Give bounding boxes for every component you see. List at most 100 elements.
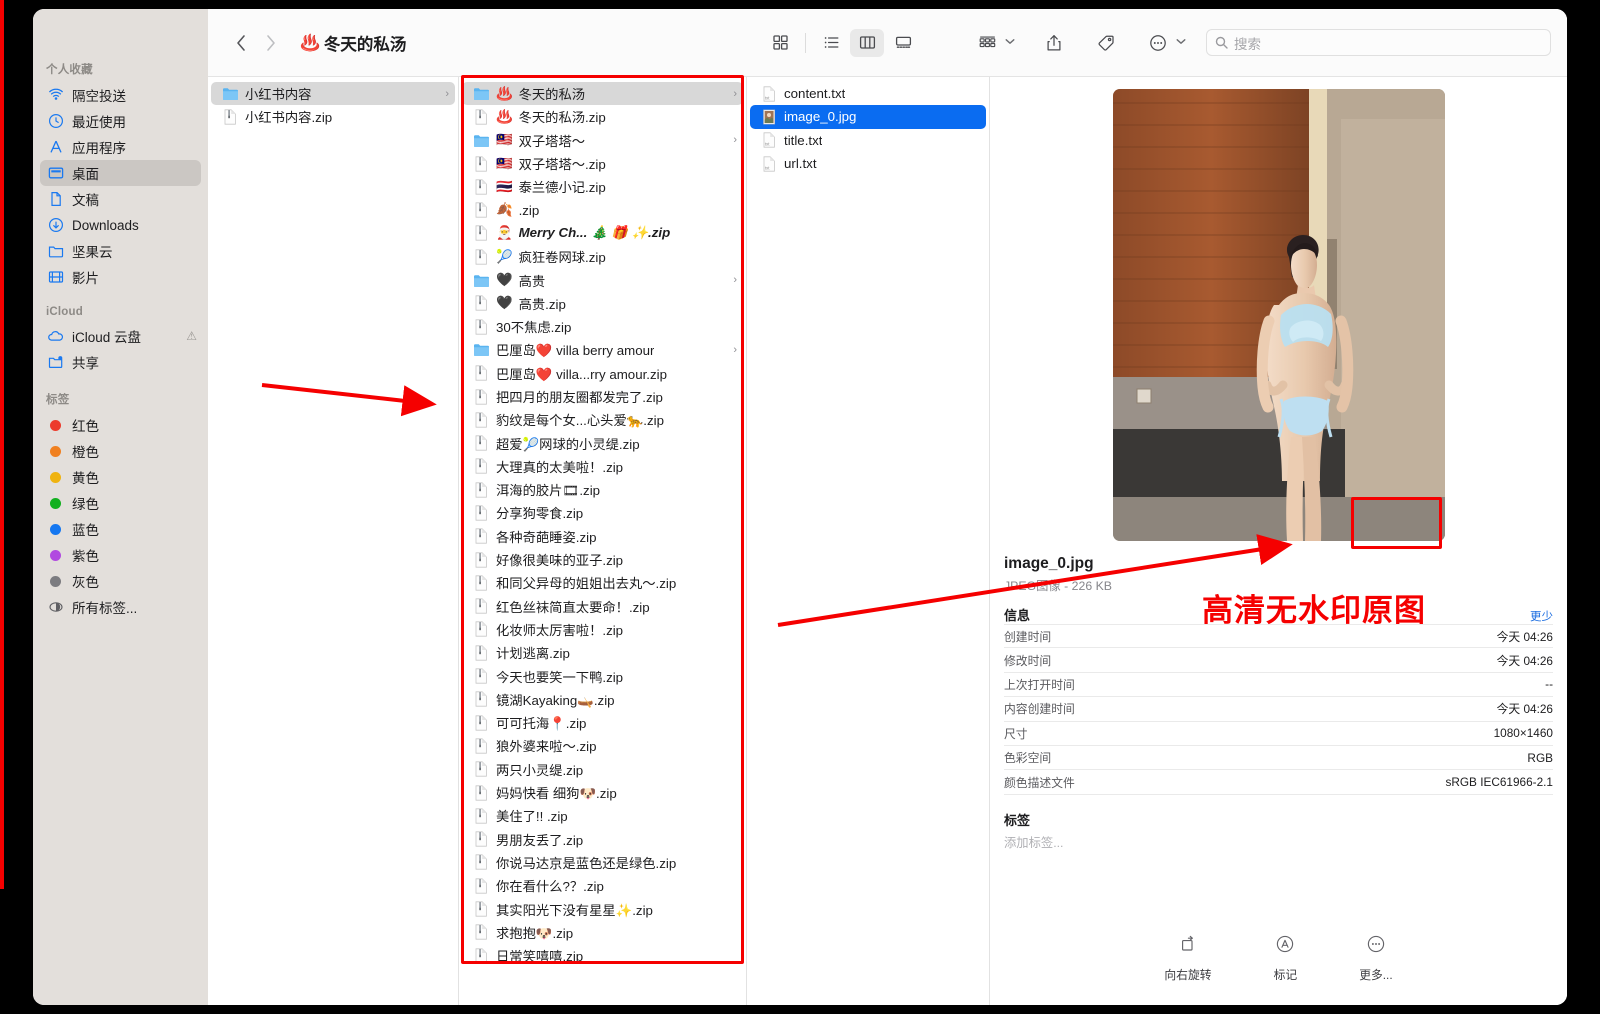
- file-row-zip[interactable]: 各种奇葩睡姿.zip: [462, 525, 743, 548]
- file-row-zip[interactable]: 把四月的朋友圈都发完了.zip: [462, 385, 743, 408]
- file-row-folder[interactable]: 🇲🇾 双子塔塔～ ›: [462, 129, 743, 152]
- file-row-zip[interactable]: 红色丝袜简直太要命！.zip: [462, 595, 743, 618]
- sidebar-item-label: 坚果云: [72, 245, 113, 260]
- file-row-zip[interactable]: 你说马达京是蓝色还是绿色.zip: [462, 851, 743, 874]
- back-button[interactable]: [226, 28, 256, 58]
- sidebar-item-shared[interactable]: 共享: [40, 349, 201, 375]
- add-tags-input[interactable]: 添加标签...: [1004, 833, 1553, 851]
- file-name: 求抱抱🐶.zip: [496, 925, 574, 941]
- file-row-zip[interactable]: 🖤 高贵.zip: [462, 292, 743, 315]
- file-row-zip[interactable]: 🇲🇾 双子塔塔～.zip: [462, 152, 743, 175]
- file-row-zip[interactable]: 超爱🎾网球的小灵缇.zip: [462, 431, 743, 454]
- file-row-zip[interactable]: 巴厘岛❤️ villa...rry amour.zip: [462, 362, 743, 385]
- file-row-zip[interactable]: 🎾 疯狂卷网球.zip: [462, 245, 743, 268]
- sidebar-item-recents[interactable]: 最近使用: [40, 108, 201, 134]
- sidebar-item-tag-orange[interactable]: 橙色: [40, 438, 201, 464]
- sidebar-item-movies[interactable]: 影片: [40, 264, 201, 290]
- column-3: txt content.txt image_0.jpg txt title.tx…: [747, 77, 990, 1005]
- file-name: 红色丝袜简直太要命！.zip: [496, 599, 650, 615]
- sidebar-item-all-tags[interactable]: 所有标签...: [40, 594, 201, 620]
- sidebar-item-applications[interactable]: 应用程序: [40, 134, 201, 160]
- tag-dot-icon: [47, 417, 64, 434]
- file-row-zip[interactable]: 狼外婆来啦～.zip: [462, 734, 743, 757]
- file-row-zip[interactable]: 镜湖Kayaking🛶.zip: [462, 688, 743, 711]
- more-actions-control[interactable]: [1141, 29, 1186, 57]
- file-row-zip[interactable]: 分享狗零食.zip: [462, 501, 743, 524]
- list-view-button[interactable]: [814, 29, 848, 57]
- file-row-zip[interactable]: 可可托海📍.zip: [462, 711, 743, 734]
- file-row-zip[interactable]: 妈妈快看 细狗🐶.zip: [462, 781, 743, 804]
- file-row-zip[interactable]: 其实阳光下没有星星✨.zip: [462, 897, 743, 920]
- rotate-right-button[interactable]: 向右旋转: [1164, 934, 1212, 983]
- file-row-txt[interactable]: txt content.txt: [750, 82, 986, 105]
- markup-button[interactable]: 标记: [1274, 934, 1297, 983]
- sidebar-item-tag-purple[interactable]: 紫色: [40, 542, 201, 568]
- file-row-folder[interactable]: 小红书内容 ›: [211, 82, 455, 106]
- zip-file-icon: [472, 831, 490, 848]
- file-row-txt[interactable]: txt url.txt: [750, 152, 986, 175]
- sidebar-item-documents[interactable]: 文稿: [40, 186, 201, 212]
- file-row-jpg[interactable]: image_0.jpg: [750, 105, 986, 129]
- file-row-zip[interactable]: 和同父异母的姐姐出去丸～.zip: [462, 571, 743, 594]
- sidebar-item-label: 应用程序: [72, 141, 126, 156]
- share-button[interactable]: [1037, 29, 1071, 57]
- tag-button[interactable]: [1089, 29, 1123, 57]
- group-by-control[interactable]: [970, 29, 1015, 57]
- file-row-zip[interactable]: 🇹🇭 泰兰德小记.zip: [462, 175, 743, 198]
- file-row-zip[interactable]: 大理真的太美啦！.zip: [462, 455, 743, 478]
- file-name: 两只小灵缇.zip: [496, 762, 584, 778]
- search-field[interactable]: 搜索: [1206, 29, 1551, 56]
- metadata-key: 修改时间: [1004, 653, 1052, 668]
- file-row-folder[interactable]: ♨️ 冬天的私汤 ›: [462, 82, 743, 106]
- sidebar-item-jianguoyun[interactable]: 坚果云: [40, 238, 201, 264]
- group-by-button[interactable]: [970, 29, 1004, 57]
- file-row-zip[interactable]: 豹纹是每个女...心头爱🐆.zip: [462, 408, 743, 431]
- file-row-zip[interactable]: 洱海的胶片🎞.zip: [462, 478, 743, 501]
- zip-file-icon: [472, 761, 490, 778]
- sidebar-item-tag-red[interactable]: 红色: [40, 412, 201, 438]
- file-row-zip[interactable]: 求抱抱🐶.zip: [462, 921, 743, 944]
- file-row-zip[interactable]: 今天也要笑一下鸭.zip: [462, 664, 743, 687]
- show-less-link[interactable]: 更少: [1530, 608, 1553, 624]
- file-row-zip[interactable]: 🍂 .zip: [462, 198, 743, 221]
- more-button[interactable]: 更多...: [1359, 934, 1393, 983]
- sidebar-item-downloads[interactable]: Downloads: [40, 212, 201, 238]
- file-row-zip[interactable]: 好像很美味的亚子.zip: [462, 548, 743, 571]
- file-row-zip[interactable]: 计划逃离.zip: [462, 641, 743, 664]
- preview-image-wrap: [1004, 77, 1553, 541]
- view-mode-segmented-control: [763, 28, 920, 57]
- sidebar-item-tag-green[interactable]: 绿色: [40, 490, 201, 516]
- file-row-folder[interactable]: 🖤 高贵 ›: [462, 268, 743, 291]
- file-row-zip[interactable]: 30不焦虑.zip: [462, 315, 743, 338]
- forward-button[interactable]: [256, 28, 286, 58]
- icon-view-button[interactable]: [763, 29, 797, 57]
- file-row-zip[interactable]: 你在看什么?？.zip: [462, 874, 743, 897]
- sidebar-item-tag-gray[interactable]: 灰色: [40, 568, 201, 594]
- preview-filename: image_0.jpg: [1004, 555, 1094, 572]
- file-name: 疯狂卷网球.zip: [518, 250, 606, 266]
- zip-file-icon: [472, 528, 490, 545]
- file-row-zip[interactable]: 两只小灵缇.zip: [462, 758, 743, 781]
- file-row-zip[interactable]: 🎅 Merry Ch... 🎄 🎁 ✨.zip: [462, 222, 743, 245]
- sidebar-item-tag-blue[interactable]: 蓝色: [40, 516, 201, 542]
- gallery-view-button[interactable]: [886, 29, 920, 57]
- sidebar-item-label: 黄色: [72, 471, 99, 486]
- folder-icon: [472, 85, 490, 102]
- info-section-heading: 信息 更少: [1004, 605, 1553, 624]
- file-row-zip[interactable]: 日常笑嘻嘻.zip: [462, 944, 743, 967]
- file-row-zip[interactable]: 男朋友丢了.zip: [462, 828, 743, 851]
- file-row-folder[interactable]: 巴厘岛❤️ villa berry amour ›: [462, 338, 743, 361]
- file-row-zip[interactable]: 化妆师太厉害啦！.zip: [462, 618, 743, 641]
- file-name: 你说马达京是蓝色还是绿色.zip: [496, 855, 677, 871]
- file-row-zip[interactable]: 美住了!! .zip: [462, 804, 743, 827]
- column-view-button[interactable]: [850, 28, 884, 57]
- file-row-zip[interactable]: 小红书内容.zip: [211, 105, 455, 128]
- sidebar-item-tag-yellow[interactable]: 黄色: [40, 464, 201, 490]
- sidebar-item-desktop[interactable]: 桌面: [40, 160, 201, 186]
- file-row-zip[interactable]: ♨️ 冬天的私汤.zip: [462, 105, 743, 128]
- more-actions-button[interactable]: [1141, 29, 1175, 57]
- sidebar-item-icloud-drive[interactable]: iCloud 云盘 ⚠: [40, 323, 201, 349]
- breadcrumb[interactable]: ♨️ 冬天的私汤: [300, 31, 406, 55]
- file-row-txt[interactable]: txt title.txt: [750, 129, 986, 152]
- sidebar-item-airdrop[interactable]: 隔空投送: [40, 82, 201, 108]
